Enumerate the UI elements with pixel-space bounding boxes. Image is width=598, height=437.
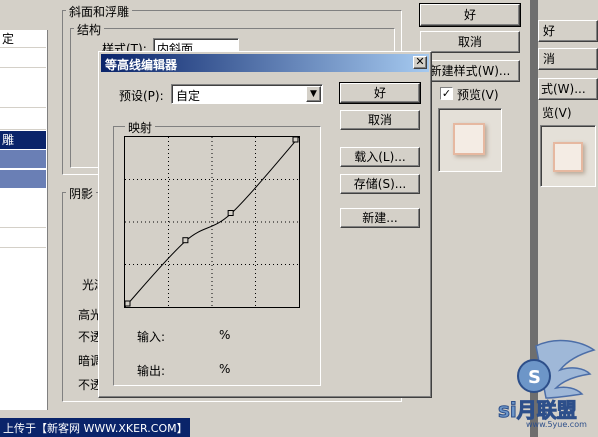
output-label: 输出: xyxy=(137,364,166,378)
left-list-item[interactable] xyxy=(0,210,46,228)
left-list-item-selected[interactable]: 雕 xyxy=(0,131,46,149)
new-contour-button[interactable]: 新建... xyxy=(340,208,420,228)
left-list-item[interactable] xyxy=(0,112,46,130)
upload-footer-text: 上传于【新客网 WWW.XKER.COM】 xyxy=(3,422,188,435)
bevel-group-label: 斜面和浮雕 xyxy=(66,3,133,20)
load-button[interactable]: 载入(L)... xyxy=(340,147,420,167)
structure-group-label: 结构 xyxy=(74,21,105,38)
contour-curve-graph[interactable] xyxy=(124,136,300,308)
left-list-item[interactable] xyxy=(0,230,46,248)
curve-control-point[interactable] xyxy=(182,237,189,244)
right-preview-swatch xyxy=(540,125,596,187)
preview-label: 预览(V) xyxy=(457,88,499,102)
contour-editor-title: 等高线编辑器 xyxy=(105,58,178,72)
right-preview-sample xyxy=(553,142,583,172)
new-style-button[interactable]: 新建样式(W)... xyxy=(420,60,520,82)
left-list-item[interactable]: 定 xyxy=(0,30,46,48)
watermark-logo: S si月联盟 www.5yue.com xyxy=(476,336,596,434)
mapping-group-label: 映射 xyxy=(125,119,156,136)
watermark-url: www.5yue.com xyxy=(526,420,587,429)
left-list-item[interactable] xyxy=(0,90,46,108)
right-new-style-button[interactable]: 式(W)... xyxy=(538,78,598,100)
right-new-style-label: 式(W)... xyxy=(541,82,586,96)
upload-footer: 上传于【新客网 WWW.XKER.COM】 xyxy=(0,418,190,437)
preset-select[interactable]: 自定 ▼ xyxy=(171,84,323,104)
left-list-item[interactable] xyxy=(0,50,46,68)
right-cancel-button[interactable]: 消 xyxy=(538,48,598,70)
left-panel: 定 雕 xyxy=(0,0,52,437)
contour-cancel-button[interactable]: 取消 xyxy=(340,110,420,130)
curve-control-point[interactable] xyxy=(227,210,234,216)
save-button[interactable]: 存储(S)... xyxy=(340,174,420,194)
contour-ok-button[interactable]: 好 xyxy=(339,82,421,104)
right-ok-label: 好 xyxy=(543,24,556,38)
preset-dropdown-button[interactable]: ▼ xyxy=(306,86,321,102)
preview-checkbox[interactable]: ✓ xyxy=(440,87,453,100)
output-unit: % xyxy=(219,362,231,376)
left-list-item-highlight[interactable] xyxy=(0,150,46,168)
right-ok-button[interactable]: 好 xyxy=(538,20,598,42)
preset-select-value: 自定 xyxy=(176,89,201,103)
curve-control-point[interactable] xyxy=(125,300,131,307)
close-button[interactable]: ✕ xyxy=(413,56,427,69)
input-unit: % xyxy=(219,328,231,342)
chevron-down-icon: ▼ xyxy=(310,89,317,99)
watermark-text: si月联盟 xyxy=(498,398,578,423)
left-list-item-label: 定 xyxy=(2,32,15,46)
contour-editor-titlebar[interactable]: 等高线编辑器 ✕ xyxy=(101,54,429,72)
right-cancel-label: 消 xyxy=(543,52,556,66)
left-list-item-label: 雕 xyxy=(2,133,15,147)
close-icon: ✕ xyxy=(415,55,425,68)
cancel-button[interactable]: 取消 xyxy=(420,31,520,53)
preview-sample xyxy=(453,123,485,155)
svg-text:S: S xyxy=(528,367,541,388)
contour-editor-dialog: 等高线编辑器 ✕ 预设(P): 自定 ▼ 映射 输入: % 输出: % 好 取消… xyxy=(98,51,432,398)
right-preview-label: 览(V) xyxy=(542,106,572,120)
grid-lines xyxy=(125,137,299,307)
left-list-item-highlight[interactable] xyxy=(0,170,46,188)
preview-swatch xyxy=(438,108,502,172)
curve-control-point[interactable] xyxy=(292,137,299,143)
contour-curve-svg xyxy=(125,137,299,307)
input-label: 输入: xyxy=(137,330,166,344)
left-panel-list: 定 雕 xyxy=(0,30,48,410)
preset-label: 预设(P): xyxy=(119,89,164,103)
shading-group-label: 阴影 xyxy=(66,185,97,202)
ok-button[interactable]: 好 xyxy=(419,3,521,27)
